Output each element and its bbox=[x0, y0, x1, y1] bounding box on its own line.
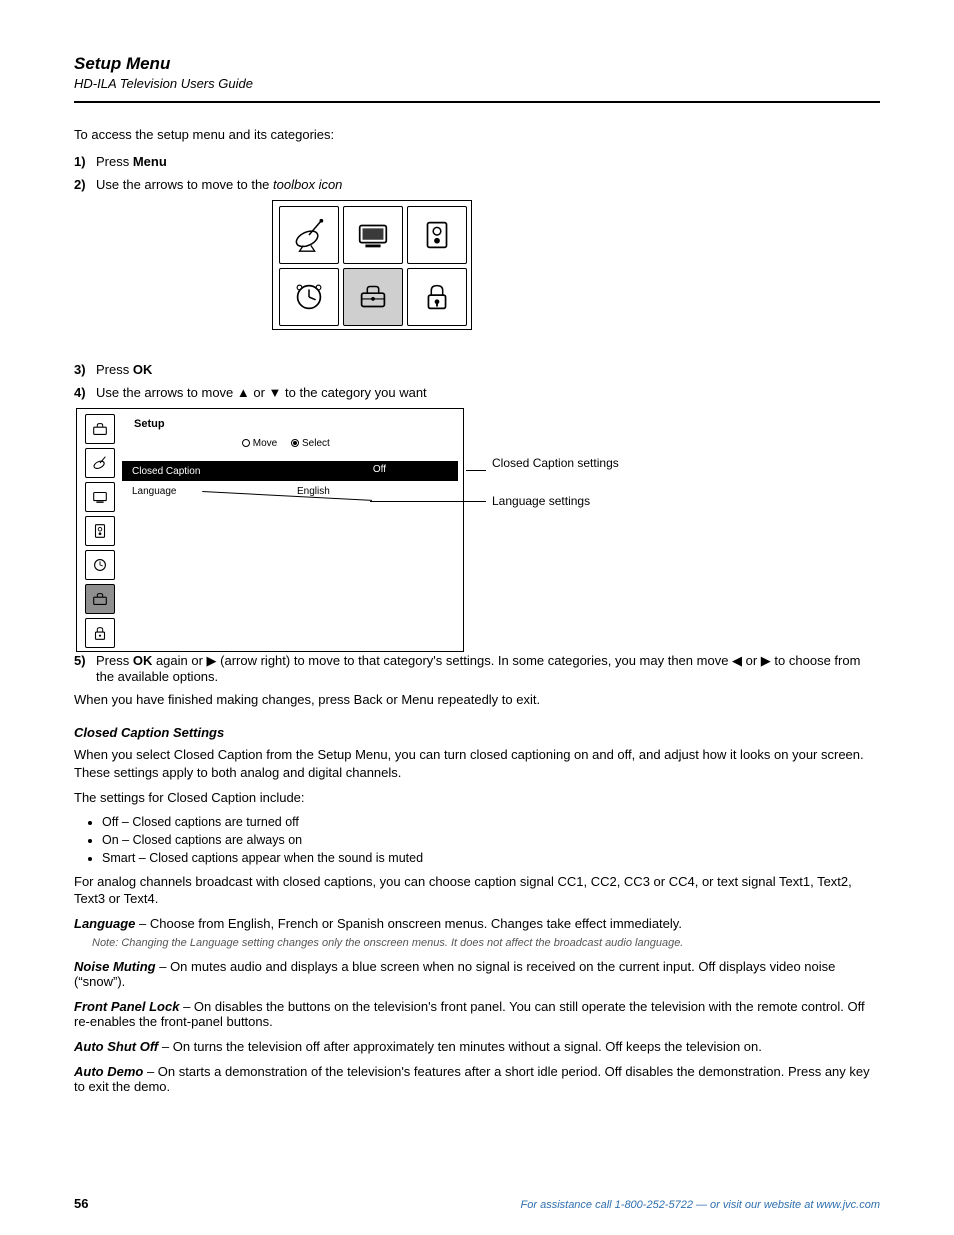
step-text: Use the arrows to move ▲ or ▼ to the cat… bbox=[96, 385, 880, 400]
step-text: again or ▶ (arrow right) to move to that… bbox=[96, 653, 860, 684]
cc-options: Off – Closed captions are turned off On … bbox=[102, 815, 880, 865]
cc-option: Off – Closed captions are turned off bbox=[102, 815, 880, 829]
cc-title: Closed Caption Settings bbox=[74, 725, 880, 740]
closed-caption-block: Closed Caption Settings When you select … bbox=[74, 725, 880, 908]
setting-bullets: Language – Choose from English, French o… bbox=[74, 916, 880, 1094]
cc-p1: When you select Closed Caption from the … bbox=[74, 746, 880, 781]
step-icon-name: toolbox icon bbox=[273, 177, 342, 192]
footer: For assistance call 1-800-252-5722 — or … bbox=[521, 1199, 880, 1211]
menu-row1-value: Off bbox=[373, 464, 386, 475]
menu-row-selected: Closed Caption Off bbox=[122, 461, 458, 481]
tv-icon bbox=[343, 206, 403, 264]
callout-language: Language settings bbox=[492, 494, 590, 508]
cc-p3: For analog channels broadcast with close… bbox=[74, 873, 880, 908]
toolbox-icon bbox=[343, 268, 403, 326]
setting-desc: – On mutes audio and displays a blue scr… bbox=[74, 959, 835, 989]
steps-list-cont: 3) Press OK 4) Use the arrows to move ▲ … bbox=[74, 362, 880, 400]
setting-name: Front Panel Lock bbox=[74, 999, 179, 1014]
step-text: Press bbox=[96, 653, 133, 668]
setup-menu-figure: Setup Move Select Closed Caption Off Lan… bbox=[74, 408, 474, 653]
rule bbox=[74, 101, 880, 103]
menu-row1-label: Closed Caption bbox=[132, 466, 200, 477]
setting-name: Auto Shut Off bbox=[74, 1039, 158, 1054]
step-number: 2) bbox=[74, 177, 96, 192]
section-heading: Setup Menu bbox=[74, 54, 880, 74]
menu-side-icons bbox=[85, 414, 115, 648]
setting-desc: – On disables the buttons on the televis… bbox=[74, 999, 865, 1029]
section-subheading: HD-ILA Television Users Guide bbox=[74, 76, 880, 91]
step-number: 5) bbox=[74, 653, 96, 684]
speaker-icon bbox=[85, 516, 115, 546]
step-key: Menu bbox=[133, 154, 167, 169]
setting-desc: – Choose from English, French or Spanish… bbox=[135, 916, 682, 931]
step-text: Use the arrows to move to the bbox=[96, 177, 273, 192]
icon-grid-figure bbox=[272, 200, 472, 330]
clock-icon bbox=[85, 550, 115, 580]
step-text: Press bbox=[96, 154, 133, 169]
satellite-icon bbox=[85, 448, 115, 478]
lock-icon bbox=[407, 268, 467, 326]
language-note: Note: Changing the Language setting chan… bbox=[92, 937, 880, 949]
tv-icon bbox=[85, 482, 115, 512]
clock-icon bbox=[279, 268, 339, 326]
cc-p2: The settings for Closed Caption include: bbox=[74, 789, 880, 807]
step-key: OK bbox=[133, 653, 153, 668]
menu-title: Setup bbox=[134, 418, 165, 430]
menu-hint-select: Select bbox=[302, 438, 330, 449]
speaker-icon bbox=[407, 206, 467, 264]
step-number: 3) bbox=[74, 362, 96, 377]
setting-name: Language bbox=[74, 916, 135, 931]
satellite-icon bbox=[279, 206, 339, 264]
setting-name: Auto Demo bbox=[74, 1064, 143, 1079]
step-number: 1) bbox=[74, 154, 96, 169]
intro-text: To access the setup menu and its categor… bbox=[74, 127, 880, 142]
lock-icon bbox=[85, 618, 115, 648]
cc-option: Smart – Closed captions appear when the … bbox=[102, 851, 880, 865]
cc-option: On – Closed captions are always on bbox=[102, 833, 880, 847]
page-number: 56 bbox=[74, 1196, 88, 1211]
steps-end: When you have finished making changes, p… bbox=[74, 692, 880, 707]
setting-desc: – On starts a demonstration of the telev… bbox=[74, 1064, 870, 1094]
step-key: OK bbox=[133, 362, 153, 377]
toolbox-icon bbox=[85, 414, 115, 444]
step-number: 4) bbox=[74, 385, 96, 400]
steps-list-end: 5) Press OK again or ▶ (arrow right) to … bbox=[74, 653, 880, 684]
menu-hint-move: Move bbox=[253, 438, 277, 449]
steps-list: 1) Press Menu 2) Use the arrows to move … bbox=[74, 154, 880, 192]
setting-name: Noise Muting bbox=[74, 959, 156, 974]
menu-hint-row: Move Select bbox=[242, 438, 330, 449]
step-text: Press bbox=[96, 362, 133, 377]
callout-closed-caption: Closed Caption settings bbox=[492, 456, 619, 470]
setting-desc: – On turns the television off after appr… bbox=[158, 1039, 762, 1054]
toolbox-icon bbox=[85, 584, 115, 614]
